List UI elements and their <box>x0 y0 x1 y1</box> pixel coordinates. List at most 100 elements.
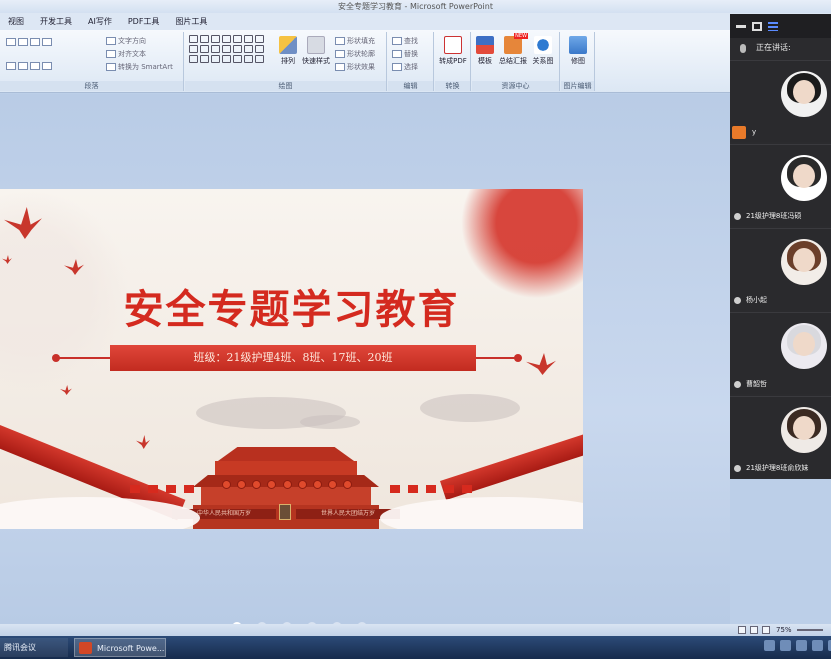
smartart-icon <box>106 63 116 71</box>
shape-effects-button[interactable]: 形状效果 <box>335 62 375 72</box>
select-icon <box>392 63 402 71</box>
indent-icon <box>30 38 40 46</box>
shape-effects-icon <box>335 63 345 71</box>
summary-report-button[interactable]: NEW 总结汇报 <box>496 33 530 66</box>
align-center-icon <box>18 62 28 70</box>
find-button[interactable]: 查找 <box>392 36 418 46</box>
replace-label: 替换 <box>404 50 418 58</box>
quick-styles-button[interactable]: 快速样式 <box>299 36 333 66</box>
group-label-picture: 图片编辑 <box>561 81 594 91</box>
participant-name-text: 21级护理8班冯硕 <box>746 212 802 220</box>
shape-fill-button[interactable]: 形状填充 <box>335 36 375 46</box>
microphone-icon <box>740 44 746 53</box>
relation-chart-button[interactable]: 关系图 <box>526 36 560 66</box>
bullets-icon <box>6 38 16 46</box>
current-slide[interactable]: 安全专题学习教育 班级：21级护理4班、8班、17班、20班 中华人民共和国万岁… <box>0 189 583 529</box>
align-buttons[interactable] <box>6 62 54 70</box>
retouch-button[interactable]: 修图 <box>561 36 595 66</box>
shapes-gallery[interactable] <box>189 35 267 63</box>
participant-name: 21级护理8班冯硕 <box>734 210 801 223</box>
tab-ai-writing[interactable]: AI写作 <box>80 13 120 30</box>
numbering-icon <box>18 38 28 46</box>
list-view-icon[interactable] <box>768 22 778 31</box>
tab-pdf-tools[interactable]: PDF工具 <box>120 13 168 30</box>
slideshow-button[interactable] <box>762 626 770 634</box>
zoom-slider[interactable] <box>797 629 823 631</box>
self-user-icon <box>732 126 746 139</box>
align-text-label: 对齐文本 <box>118 50 146 58</box>
slide-subtitle[interactable]: 班级：21级护理4班、8班、17班、20班 <box>110 345 476 371</box>
group-paragraph: 文字方向 对齐文本 转换为 SmartArt 段落 <box>0 32 184 91</box>
participant-tile[interactable]: 21级护理8班冯硕 <box>730 144 831 226</box>
flags-right <box>390 485 472 493</box>
text-direction-label: 文字方向 <box>118 37 146 45</box>
bullets-button[interactable] <box>6 38 54 46</box>
avatar <box>781 155 827 201</box>
window-title: 安全专题学习教育 - Microsoft PowerPoint <box>338 2 493 11</box>
tray-icon[interactable] <box>780 640 791 651</box>
align-right-icon <box>30 62 40 70</box>
participant-name: y <box>732 126 756 139</box>
participant-tile[interactable]: 21级护理8班俞欣妹 <box>730 396 831 478</box>
template-label: 模板 <box>478 57 492 65</box>
shape-fill-label: 形状填充 <box>347 37 375 45</box>
arrange-label: 排列 <box>281 57 295 65</box>
shape-outline-button[interactable]: 形状轮廓 <box>335 49 375 59</box>
replace-button[interactable]: 替换 <box>392 49 418 59</box>
tab-picture-tools[interactable]: 图片工具 <box>167 13 215 30</box>
participant-name: 曹韶哲 <box>734 378 767 391</box>
meeting-participants-panel: 正在讲话: y 21级护理8班冯硕 杨小起 曹韶哲 21级护理8班俞欣妹 <box>730 14 831 479</box>
shape-effects-label: 形状效果 <box>347 63 375 71</box>
group-label-resources: 资源中心 <box>472 81 559 91</box>
group-drawing: 排列 快速样式 形状填充 形状轮廓 形状效果 绘图 <box>185 32 387 91</box>
speaking-label: 正在讲话: <box>756 43 791 52</box>
cloud-decoration <box>420 394 520 422</box>
group-picture: 修图 图片编辑 <box>561 32 595 91</box>
window-title-bar: 安全专题学习教育 - Microsoft PowerPoint <box>0 0 831 13</box>
group-label-drawing: 绘图 <box>185 81 386 91</box>
group-resources: 模板 NEW 总结汇报 关系图 资源中心 <box>472 32 560 91</box>
summary-report-label: 总结汇报 <box>499 57 527 65</box>
convert-pdf-label: 转成PDF <box>439 57 467 65</box>
volume-icon[interactable] <box>796 640 807 651</box>
align-text-button[interactable]: 对齐文本 <box>106 49 146 59</box>
slide-title[interactable]: 安全专题学习教育 <box>0 277 583 335</box>
group-label-editing: 编辑 <box>388 81 433 91</box>
tab-developer[interactable]: 开发工具 <box>32 13 80 30</box>
shape-fill-icon <box>335 37 345 45</box>
find-label: 查找 <box>404 37 418 45</box>
avatar <box>781 239 827 285</box>
template-icon <box>476 36 494 54</box>
tray-icon[interactable] <box>764 640 775 651</box>
text-direction-icon <box>106 37 116 45</box>
retouch-label: 修图 <box>571 57 585 65</box>
taskbar-item-meeting[interactable]: 腾讯会议 <box>0 638 68 657</box>
cloud-decoration <box>300 415 360 429</box>
participant-tile[interactable]: 杨小起 <box>730 228 831 310</box>
zoom-level[interactable]: 75% <box>776 624 792 636</box>
expand-icon[interactable] <box>752 22 762 31</box>
system-tray <box>764 640 831 654</box>
slide-sorter-button[interactable] <box>750 626 758 634</box>
convert-smartart-button[interactable]: 转换为 SmartArt <box>106 62 173 72</box>
mic-muted-icon <box>734 381 741 388</box>
minimize-icon[interactable] <box>736 25 746 28</box>
tab-view[interactable]: 视图 <box>0 13 32 30</box>
participant-name: 杨小起 <box>734 294 767 307</box>
text-direction-button[interactable]: 文字方向 <box>106 36 146 46</box>
shape-outline-icon <box>335 50 345 58</box>
taskbar-item-powerpoint[interactable]: Microsoft Powe... <box>74 638 166 657</box>
convert-pdf-button[interactable]: 转成PDF <box>436 36 470 66</box>
network-icon[interactable] <box>812 640 823 651</box>
quick-styles-label: 快速样式 <box>302 57 330 65</box>
select-button[interactable]: 选择 <box>392 62 418 72</box>
mic-muted-icon <box>734 213 741 220</box>
participant-name: 21级护理8班俞欣妹 <box>734 462 808 475</box>
participant-name-text: 21级护理8班俞欣妹 <box>746 464 809 472</box>
mic-muted-icon <box>734 297 741 304</box>
shape-outline-label: 形状轮廓 <box>347 50 375 58</box>
mic-muted-icon <box>734 465 741 472</box>
normal-view-button[interactable] <box>738 626 746 634</box>
participant-tile[interactable]: y <box>730 60 831 142</box>
participant-tile[interactable]: 曹韶哲 <box>730 312 831 394</box>
